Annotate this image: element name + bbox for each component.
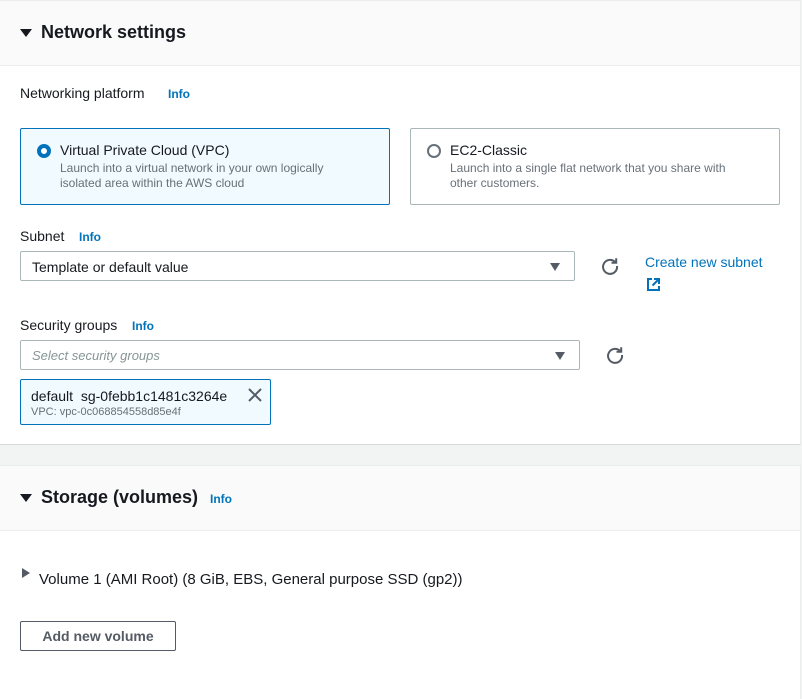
security-group-vpc: VPC: vpc-0c068854558d85e4f bbox=[31, 406, 181, 418]
ec2-classic-option-description: Launch into a single flat network that y… bbox=[450, 161, 726, 190]
volume-1-label[interactable]: Volume 1 (AMI Root) (8 GiB, EBS, General… bbox=[39, 571, 463, 588]
caret-down-icon[interactable] bbox=[20, 29, 32, 37]
vpc-option-title: Virtual Private Cloud (VPC) bbox=[60, 142, 230, 158]
security-groups-select[interactable]: Select security groups bbox=[20, 340, 580, 370]
ec2-classic-radio[interactable] bbox=[427, 144, 441, 158]
security-groups-placeholder: Select security groups bbox=[32, 348, 160, 363]
chevron-down-icon bbox=[555, 352, 565, 360]
external-link-icon[interactable] bbox=[646, 277, 661, 292]
storage-info-link[interactable]: Info bbox=[210, 492, 232, 506]
security-group-id: sg-0febb1c1481c3264e bbox=[80, 388, 228, 404]
subnet-select[interactable]: Template or default value bbox=[20, 251, 575, 281]
network-settings-title: Network settings bbox=[41, 22, 187, 42]
security-groups-refresh-icon[interactable] bbox=[605, 345, 625, 365]
caret-down-icon[interactable] bbox=[20, 494, 32, 502]
network-settings-header[interactable]: Network settings bbox=[0, 0, 800, 66]
vpc-radio[interactable] bbox=[37, 144, 51, 158]
security-group-name: default bbox=[31, 388, 74, 404]
storage-header[interactable]: Storage (volumes) Info bbox=[0, 465, 800, 531]
networking-platform-label: Networking platform bbox=[20, 85, 145, 101]
security-group-token-title: default sg-0febb1c1481c3264e bbox=[31, 388, 227, 404]
add-new-volume-button[interactable]: Add new volume bbox=[20, 621, 176, 651]
vpc-option-tile[interactable]: Virtual Private Cloud (VPC) Launch into … bbox=[20, 128, 390, 205]
close-icon[interactable] bbox=[247, 387, 263, 403]
subnet-refresh-icon[interactable] bbox=[600, 256, 620, 276]
storage-title: Storage (volumes) bbox=[41, 487, 199, 507]
networking-platform-info-link[interactable]: Info bbox=[168, 87, 190, 101]
caret-right-icon[interactable] bbox=[22, 568, 30, 578]
security-group-token: default sg-0febb1c1481c3264e VPC: vpc-0c… bbox=[20, 379, 271, 425]
create-new-subnet-link[interactable]: Create new subnet bbox=[645, 254, 763, 270]
network-settings-panel: Network settings Networking platform Inf… bbox=[0, 0, 801, 445]
security-groups-info-link[interactable]: Info bbox=[132, 319, 154, 333]
ec2-classic-option-tile[interactable]: EC2-Classic Launch into a single flat ne… bbox=[410, 128, 780, 205]
chevron-down-icon bbox=[550, 263, 560, 271]
subnet-label: Subnet bbox=[20, 228, 65, 244]
security-groups-label: Security groups bbox=[20, 317, 118, 333]
subnet-select-value: Template or default value bbox=[32, 259, 189, 275]
vpc-option-description: Launch into a virtual network in your ow… bbox=[60, 161, 324, 190]
ec2-classic-option-title: EC2-Classic bbox=[450, 142, 528, 158]
subnet-info-link[interactable]: Info bbox=[79, 230, 101, 244]
